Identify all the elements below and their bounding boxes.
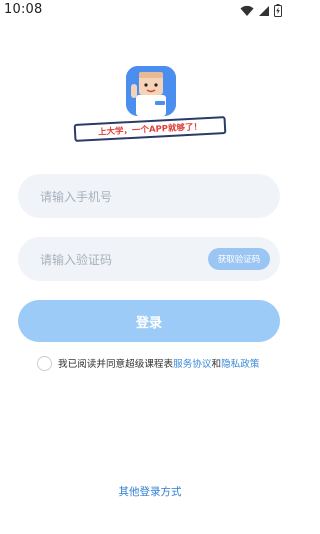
phone-input-row[interactable]	[18, 174, 280, 220]
status-icons	[240, 4, 282, 17]
wifi-icon	[240, 5, 254, 16]
login-button[interactable]: 登录	[18, 300, 280, 342]
agreement-row: 我已阅读并同意超级课程表 服务协议 和 隐私政策	[37, 353, 287, 373]
cell-signal-icon	[259, 5, 269, 16]
service-agreement-link[interactable]: 服务协议	[173, 356, 211, 370]
phone-input[interactable]	[38, 174, 222, 220]
other-login-link[interactable]: 其他登录方式	[0, 484, 300, 499]
agreement-joiner: 和	[211, 359, 222, 370]
agreement-checkbox[interactable]	[37, 355, 52, 371]
mascot-icon	[126, 66, 176, 116]
status-bar: 10:08	[0, 0, 300, 22]
battery-charging-icon	[274, 4, 282, 17]
privacy-policy-link[interactable]: 隐私政策	[221, 356, 259, 370]
logo-slogan: 上大学，一个APP就够了！	[73, 116, 227, 142]
status-time: 10:08	[4, 2, 43, 17]
app-logo: 上大学，一个APP就够了！	[70, 66, 230, 146]
agreement-text: 我已阅读并同意超级课程表	[58, 359, 174, 370]
code-input-row[interactable]: 获取验证码	[18, 237, 280, 283]
code-input[interactable]	[38, 237, 222, 283]
get-code-button[interactable]: 获取验证码	[208, 248, 270, 270]
app-icon	[126, 66, 176, 116]
